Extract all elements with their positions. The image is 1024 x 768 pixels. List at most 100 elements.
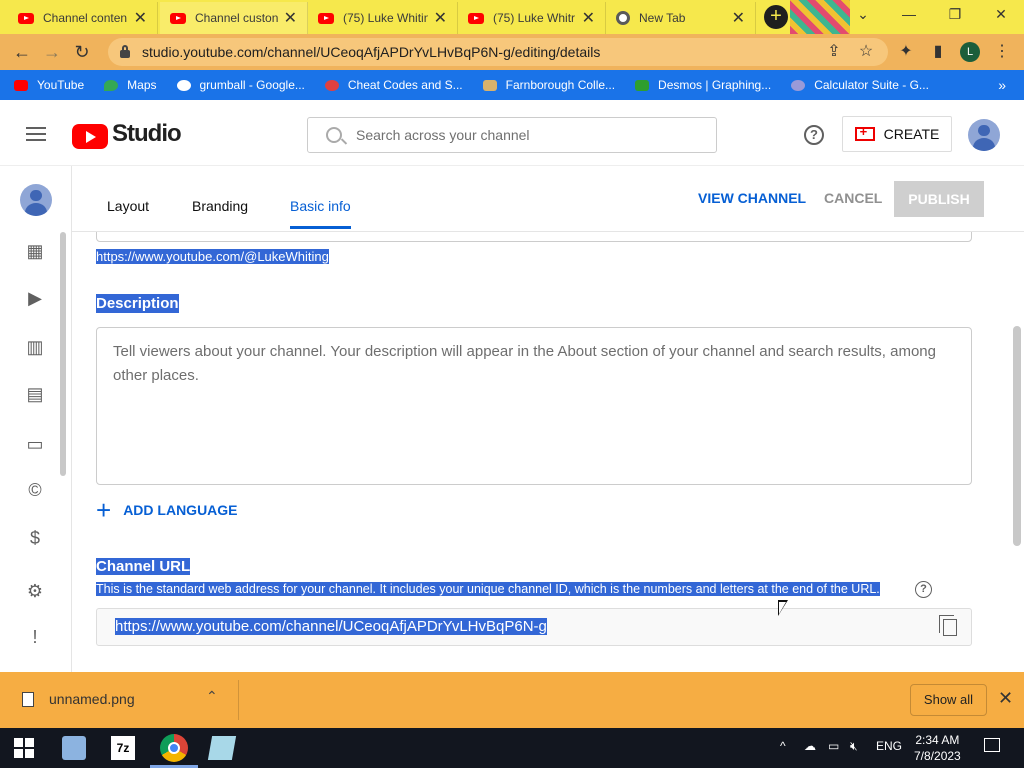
- google-icon: [176, 79, 191, 91]
- dashboard-icon[interactable]: ▦: [24, 241, 46, 261]
- extensions-puzzle-icon[interactable]: ✦: [896, 41, 916, 61]
- chrome-icon: [616, 11, 630, 25]
- menu-kebab-icon[interactable]: ⋮: [992, 41, 1012, 61]
- bookmark-grumball[interactable]: grumball - Google...: [176, 78, 305, 92]
- url-field[interactable]: studio.youtube.com/channel/UCeoqAfjAPDrY…: [108, 38, 888, 66]
- onedrive-cloud-icon[interactable]: ☁: [804, 739, 816, 753]
- browser-tab-3[interactable]: (75) Luke Whitin ✕: [308, 2, 458, 34]
- taskbar-clock[interactable]: 2:34 AM 7/8/2023: [914, 732, 961, 764]
- download-bar: unnamed.png ⌃ Show all ✕: [0, 672, 1024, 728]
- account-avatar[interactable]: [968, 119, 1000, 151]
- subtitles-icon[interactable]: ▭: [24, 434, 46, 454]
- 7zip-icon[interactable]: 7z: [111, 736, 135, 760]
- studio-header: Studio ? CREATE: [0, 102, 1024, 166]
- description-textarea[interactable]: Tell viewers about your channel. Your de…: [96, 327, 972, 485]
- browser-tab-title: (75) Luke Whitin: [343, 11, 428, 25]
- close-tab-icon[interactable]: ✕: [434, 8, 447, 28]
- channel-url-field[interactable]: https://www.youtube.com/channel/UCeoqAfj…: [96, 608, 972, 646]
- hamburger-menu-icon[interactable]: [26, 127, 46, 141]
- browser-tab-title: (75) Luke Whitr: [493, 11, 576, 25]
- selected-tab-indicator: [290, 226, 351, 229]
- tab-search-chevron-icon[interactable]: ⌄: [848, 6, 878, 23]
- close-tab-icon[interactable]: ✕: [284, 8, 297, 28]
- close-download-bar-icon[interactable]: ✕: [998, 688, 1013, 709]
- copyright-icon[interactable]: ©: [24, 480, 46, 500]
- browser-tab-2[interactable]: Channel custon ✕: [160, 2, 308, 34]
- browser-tab-5[interactable]: New Tab ✕: [606, 2, 756, 34]
- content-scrollbar[interactable]: [1013, 326, 1021, 546]
- bookmark-star-icon[interactable]: ☆: [856, 41, 876, 61]
- reload-icon[interactable]: ↻: [67, 42, 97, 63]
- content-icon[interactable]: ▶: [24, 288, 46, 308]
- channel-avatar[interactable]: [20, 184, 52, 216]
- help-icon[interactable]: ?: [804, 125, 824, 145]
- input-language[interactable]: ENG: [876, 739, 902, 753]
- bookmark-label: Cheat Codes and S...: [347, 78, 463, 92]
- tab-basic-info[interactable]: Basic info: [290, 198, 351, 214]
- network-icon[interactable]: ▭: [828, 739, 839, 753]
- share-icon[interactable]: ⇪: [824, 41, 844, 61]
- profile-avatar[interactable]: L: [960, 42, 980, 62]
- tab-branding[interactable]: Branding: [192, 198, 248, 214]
- more-bookmarks-icon[interactable]: »: [998, 77, 1006, 93]
- side-panel-icon[interactable]: ▮: [928, 41, 948, 61]
- cancel-button[interactable]: CANCEL: [824, 190, 882, 206]
- browser-tab-1[interactable]: Channel conten ✕: [8, 2, 158, 34]
- publish-button[interactable]: PUBLISH: [894, 181, 984, 217]
- theme-decoration: [790, 0, 850, 34]
- youtube-icon: [18, 12, 34, 24]
- handle-url-text: https://www.youtube.com/@LukeWhiting: [96, 249, 329, 264]
- channel-url-help-icon[interactable]: ?: [915, 581, 932, 598]
- minimize-icon[interactable]: —: [894, 6, 924, 22]
- feedback-icon[interactable]: !: [24, 627, 46, 647]
- notifications-icon[interactable]: [984, 738, 1000, 752]
- search-input[interactable]: [356, 127, 686, 143]
- channel-url-value: https://www.youtube.com/channel/UCeoqAfj…: [115, 618, 547, 635]
- handle-field[interactable]: [96, 232, 972, 242]
- forward-arrow-icon[interactable]: →: [37, 42, 67, 63]
- new-tab-button[interactable]: +: [764, 5, 788, 29]
- copy-icon[interactable]: [939, 615, 957, 636]
- bookmark-calculator[interactable]: Calculator Suite - G...: [791, 78, 929, 92]
- bookmark-cheat-codes[interactable]: Cheat Codes and S...: [324, 78, 463, 92]
- view-channel-button[interactable]: VIEW CHANNEL: [698, 190, 806, 206]
- bookmark-farnborough[interactable]: Farnborough Colle...: [482, 78, 615, 92]
- channel-url-description: This is the standard web address for you…: [96, 582, 880, 596]
- show-all-button[interactable]: Show all: [910, 684, 987, 716]
- search-icon: [326, 127, 342, 143]
- add-language-button[interactable]: + ADD LANGUAGE: [96, 497, 238, 523]
- bookmark-label: Calculator Suite - G...: [814, 78, 929, 92]
- notes-app-icon[interactable]: [207, 736, 237, 760]
- settings-gear-icon[interactable]: ⚙: [24, 581, 46, 601]
- tab-layout[interactable]: Layout: [107, 198, 149, 214]
- rail-scrollbar[interactable]: [60, 232, 66, 476]
- chevron-up-icon[interactable]: ⌃: [206, 688, 218, 705]
- tray-chevron-icon[interactable]: ^: [780, 739, 786, 753]
- close-tab-icon[interactable]: ✕: [582, 8, 595, 28]
- earn-icon[interactable]: $: [24, 528, 46, 548]
- close-tab-icon[interactable]: ✕: [732, 8, 745, 28]
- restore-icon[interactable]: ❐: [940, 6, 970, 23]
- browser-tab-4[interactable]: (75) Luke Whitr ✕: [458, 2, 606, 34]
- description-heading: Description: [96, 294, 179, 313]
- analytics-icon[interactable]: ▥: [24, 337, 46, 357]
- bookmark-desmos[interactable]: Desmos | Graphing...: [635, 78, 771, 92]
- back-arrow-icon[interactable]: ←: [7, 42, 37, 63]
- comments-icon[interactable]: ▤: [24, 384, 46, 404]
- divider: [238, 680, 239, 720]
- clock-date: 7/8/2023: [914, 749, 961, 763]
- bookmark-maps[interactable]: Maps: [104, 78, 157, 92]
- create-button[interactable]: CREATE: [842, 116, 952, 152]
- close-tab-icon[interactable]: ✕: [134, 8, 147, 28]
- volume-muted-icon[interactable]: 🔇︎: [850, 739, 858, 754]
- windows-start-icon[interactable]: [14, 738, 34, 758]
- youtube-icon: [318, 12, 334, 24]
- download-item[interactable]: unnamed.png: [22, 691, 135, 707]
- chrome-taskbar-icon[interactable]: [160, 734, 188, 762]
- bookmark-youtube[interactable]: YouTube: [14, 78, 84, 92]
- youtube-logo-icon[interactable]: [72, 124, 108, 149]
- channel-search[interactable]: [307, 117, 717, 153]
- window-close-icon[interactable]: ✕: [986, 6, 1016, 23]
- browser-tab-strip: Channel conten ✕ Channel custon ✕ (75) L…: [0, 0, 1024, 34]
- file-explorer-icon[interactable]: [62, 736, 86, 760]
